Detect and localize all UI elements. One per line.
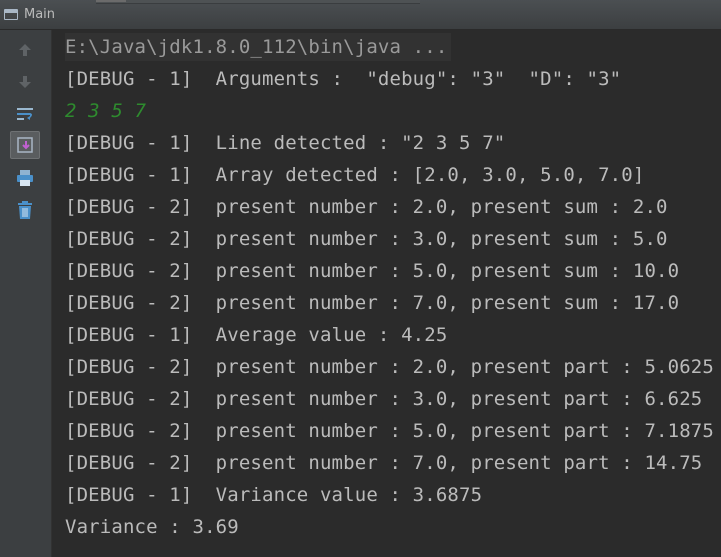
- result-line: Variance : 3.69: [65, 516, 239, 538]
- console-line: [DEBUG - 2] present number : 5.0, presen…: [65, 260, 680, 282]
- console-line: [DEBUG - 2] present number : 7.0, presen…: [65, 452, 703, 474]
- console-line: [DEBUG - 2] present number : 7.0, presen…: [65, 292, 680, 314]
- trash-icon: [18, 201, 32, 219]
- console-line: [DEBUG - 2] present number : 2.0, presen…: [65, 196, 668, 218]
- title-bar: Main: [0, 0, 721, 30]
- console-line: [DEBUG - 1] Average value : 4.25: [65, 324, 448, 346]
- console-line: [DEBUG - 2] present number : 3.0, presen…: [65, 388, 703, 410]
- previous-occurrence-button[interactable]: [10, 36, 40, 64]
- up-arrow-icon: [19, 44, 31, 56]
- console-line: [DEBUG - 1] Arguments : "debug": "3" "D"…: [65, 68, 622, 90]
- console-line: [DEBUG - 2] present number : 5.0, presen…: [65, 420, 714, 442]
- print-button[interactable]: [10, 164, 40, 192]
- console-line: [DEBUG - 1] Line detected : "2 3 5 7": [65, 132, 506, 154]
- down-arrow-icon: [19, 76, 31, 88]
- console-toolbar: [0, 30, 52, 557]
- clear-all-button[interactable]: [10, 196, 40, 224]
- user-input-line: 2 3 5 7: [65, 100, 147, 122]
- soft-wrap-icon: [17, 108, 33, 120]
- console-line: [DEBUG - 2] present number : 3.0, presen…: [65, 228, 668, 250]
- run-command-line: E:\Java\jdk1.8.0_112\bin\java ...: [65, 33, 452, 61]
- scroll-to-end-button[interactable]: [10, 131, 40, 159]
- scroll-to-end-icon: [17, 137, 33, 153]
- console-line: [DEBUG - 1] Array detected : [2.0, 3.0, …: [65, 164, 645, 186]
- console-output[interactable]: E:\Java\jdk1.8.0_112\bin\java ... [DEBUG…: [52, 30, 721, 557]
- next-occurrence-button[interactable]: [10, 68, 40, 96]
- editor-tab-strip: [96, 0, 420, 4]
- soft-wrap-button[interactable]: [10, 100, 40, 128]
- window-title: Main: [24, 7, 56, 22]
- console-line: [DEBUG - 2] present number : 2.0, presen…: [65, 356, 714, 378]
- console-line: [DEBUG - 1] Variance value : 3.6875: [65, 484, 483, 506]
- print-icon: [17, 170, 33, 186]
- editor-tab-strip-accent: [96, 0, 126, 2]
- window-icon: [4, 9, 18, 20]
